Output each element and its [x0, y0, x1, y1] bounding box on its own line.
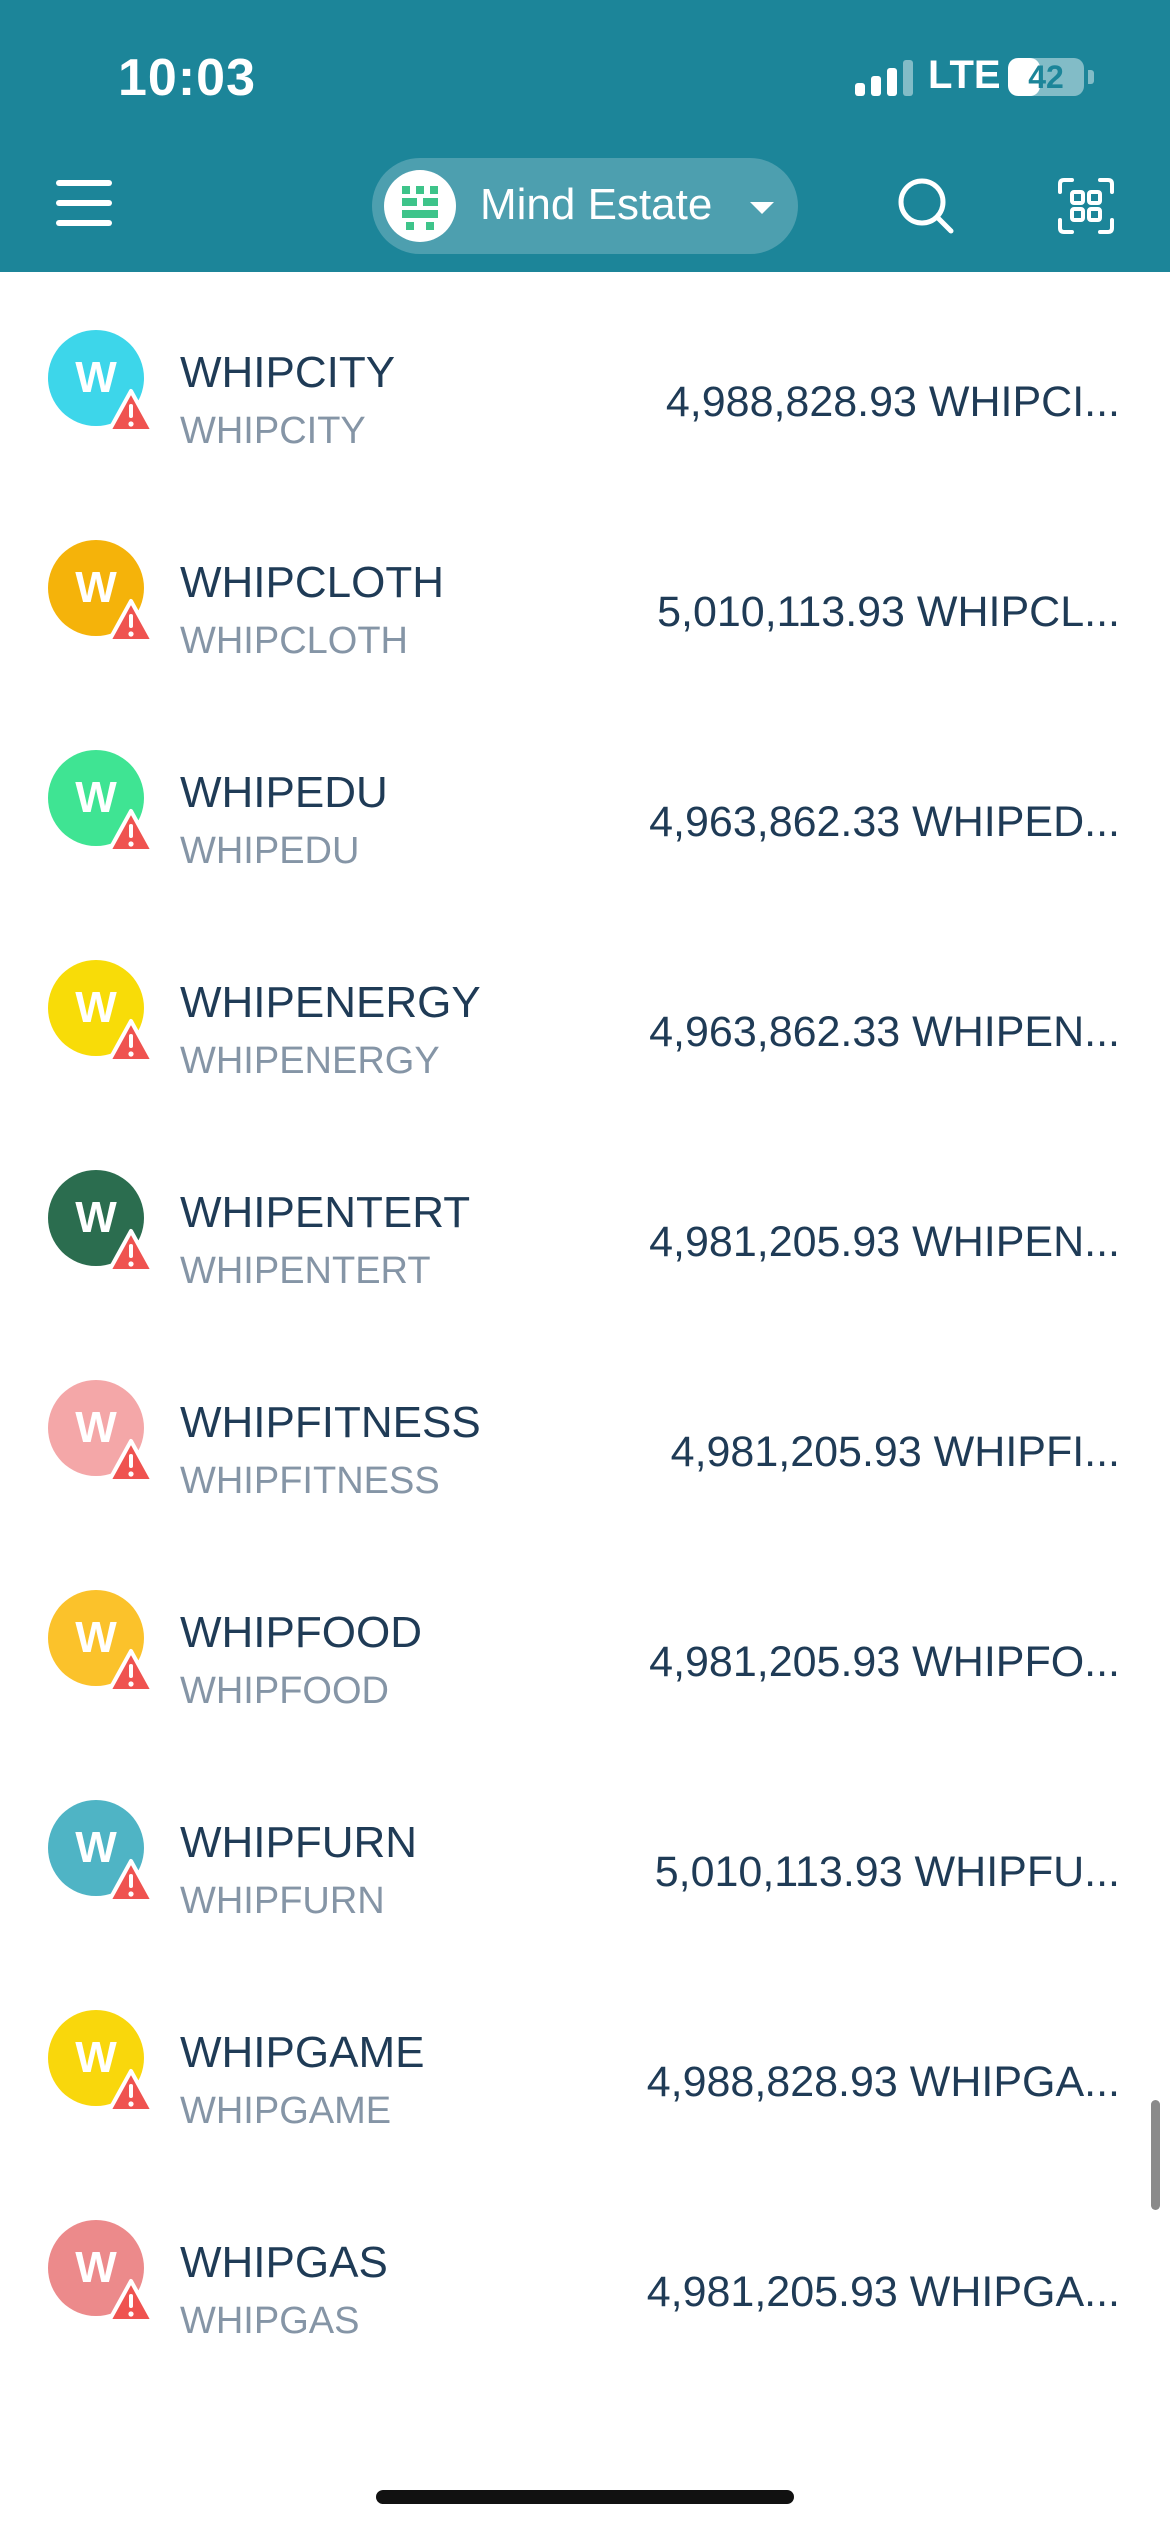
cellular-signal-icon [855, 60, 915, 96]
status-time: 10:03 [118, 49, 256, 107]
token-row[interactable]: W WHIPCLOTH WHIPCLOTH 5,010,113.93 WHIPC… [0, 482, 1170, 692]
token-balance: 4,988,828.93 WHIPCI... [665, 378, 1120, 426]
token-row[interactable]: W WHIPEDU WHIPEDU 4,963,862.33 WHIPED... [0, 692, 1170, 902]
warning-icon [107, 1649, 155, 1693]
token-symbol: WHIPFURN [180, 1880, 385, 1922]
battery-icon: 42 [1008, 58, 1084, 96]
token-name: WHIPGAME [180, 2028, 425, 2077]
token-avatar: W [48, 2010, 155, 2113]
warning-icon [107, 1859, 155, 1903]
token-avatar: W [48, 330, 155, 433]
chevron-down-icon [750, 202, 774, 214]
token-balance: 4,981,205.93 WHIPFO... [649, 1638, 1120, 1686]
token-balance: 5,010,113.93 WHIPFU... [654, 1848, 1120, 1896]
token-name: WHIPENERGY [180, 978, 481, 1027]
token-name: WHIPCITY [180, 348, 396, 397]
network-type: LTE [928, 53, 1001, 97]
token-symbol: WHIPCLOTH [180, 620, 408, 662]
menu-icon[interactable] [56, 178, 112, 230]
scrollbar[interactable] [1151, 2100, 1160, 2210]
token-name: WHIPFITNESS [180, 1398, 481, 1447]
token-name: WHIPCLOTH [180, 558, 444, 607]
token-avatar: W [48, 540, 155, 643]
token-symbol: WHIPFOOD [180, 1670, 389, 1712]
token-name: WHIPEDU [180, 768, 388, 817]
token-avatar: W [48, 1380, 155, 1483]
token-balance: 4,981,205.93 WHIPEN... [649, 1218, 1120, 1266]
token-row[interactable]: W WHIPENTERT WHIPENTERT 4,981,205.93 WHI… [0, 1112, 1170, 1322]
warning-icon [107, 2069, 155, 2113]
network-name: Mind Estate [480, 180, 713, 229]
token-balance: 4,981,205.93 WHIPFI... [670, 1428, 1120, 1476]
token-symbol: WHIPFITNESS [180, 1460, 440, 1502]
token-row[interactable]: W WHIPCITY WHIPCITY 4,988,828.93 WHIPCI.… [0, 272, 1170, 482]
token-symbol: WHIPEDU [180, 830, 360, 872]
battery-level: 42 [1028, 59, 1064, 95]
warning-icon [107, 599, 155, 643]
token-balance: 4,981,205.93 WHIPGA... [646, 2268, 1120, 2316]
network-selector[interactable]: Mind Estate [372, 158, 798, 254]
warning-icon [107, 2279, 155, 2323]
token-row[interactable]: W WHIPFITNESS WHIPFITNESS 4,981,205.93 W… [0, 1322, 1170, 1532]
token-avatar: W [48, 1170, 155, 1273]
token-avatar: W [48, 960, 155, 1063]
token-name: WHIPFURN [180, 1818, 418, 1867]
token-balance: 4,988,828.93 WHIPGA... [646, 2058, 1120, 2106]
token-symbol: WHIPENTERT [180, 1250, 431, 1292]
token-symbol: WHIPENERGY [180, 1040, 440, 1082]
warning-icon [107, 389, 155, 433]
qr-scan-icon[interactable] [1056, 176, 1116, 236]
token-name: WHIPENTERT [180, 1188, 471, 1237]
app-header: 10:03 LTE 42 Mind Estate [0, 0, 1170, 272]
token-avatar: W [48, 2220, 155, 2323]
token-symbol: WHIPGAME [180, 2090, 392, 2132]
token-balance: 5,010,113.93 WHIPCL... [657, 588, 1120, 636]
token-row[interactable]: W WHIPFURN WHIPFURN 5,010,113.93 WHIPFU.… [0, 1742, 1170, 1952]
token-avatar: W [48, 1590, 155, 1693]
battery-tip [1088, 70, 1094, 84]
token-row[interactable]: W WHIPENERGY WHIPENERGY 4,963,862.33 WHI… [0, 902, 1170, 1112]
token-row[interactable]: W WHIPGAS WHIPGAS 4,981,205.93 WHIPGA... [0, 2162, 1170, 2372]
token-row[interactable]: W WHIPFOOD WHIPFOOD 4,981,205.93 WHIPFO.… [0, 1532, 1170, 1742]
search-icon[interactable] [896, 176, 956, 236]
home-indicator[interactable] [376, 2490, 794, 2504]
token-avatar: W [48, 750, 155, 853]
warning-icon [107, 1019, 155, 1063]
token-name: WHIPFOOD [180, 1608, 422, 1657]
token-balance: 4,963,862.33 WHIPEN... [649, 1008, 1120, 1056]
warning-icon [107, 809, 155, 853]
token-balance: 4,963,862.33 WHIPED... [649, 798, 1120, 846]
warning-icon [107, 1439, 155, 1483]
warning-icon [107, 1229, 155, 1273]
token-avatar: W [48, 1800, 155, 1903]
token-symbol: WHIPGAS [180, 2300, 360, 2342]
network-avatar-icon [384, 170, 456, 242]
token-name: WHIPGAS [180, 2238, 388, 2287]
token-symbol: WHIPCITY [180, 410, 366, 452]
token-row[interactable]: W WHIPGAME WHIPGAME 4,988,828.93 WHIPGA.… [0, 1952, 1170, 2162]
